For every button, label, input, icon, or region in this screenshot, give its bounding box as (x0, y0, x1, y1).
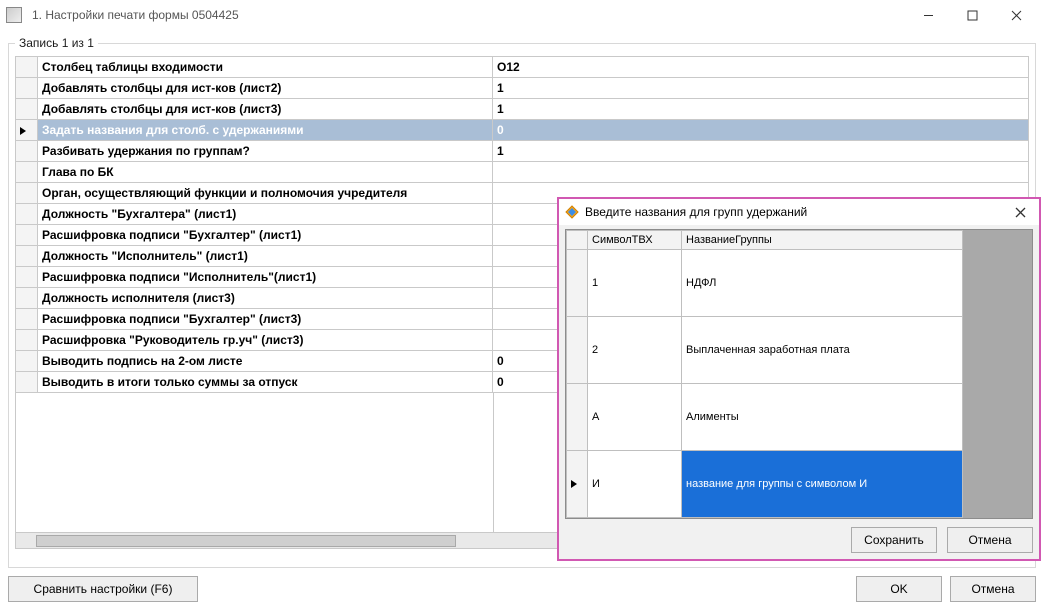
setting-label[interactable]: Выводить подпись на 2-ом листе (38, 351, 493, 372)
dialog-row[interactable]: И (567, 451, 963, 518)
dialog-row[interactable]: 1НДФЛ (567, 250, 963, 317)
maximize-button[interactable] (950, 1, 994, 29)
dialog-titlebar: Введите названия для групп удержаний (559, 199, 1039, 225)
window-title: 1. Настройки печати формы 0504425 (32, 8, 239, 22)
compare-button[interactable]: Сравнить настройки (F6) (8, 576, 198, 602)
settings-row[interactable]: Столбец таблицы входимостиO12 (16, 57, 1029, 78)
setting-label[interactable]: Расшифровка подписи "Бухгалтер" (лист1) (38, 225, 493, 246)
dialog-title: Введите названия для групп удержаний (585, 205, 1007, 219)
settings-row[interactable]: Разбивать удержания по группам?1 (16, 141, 1029, 162)
setting-value[interactable]: 1 (493, 99, 1029, 120)
dialog-cell-symbol[interactable]: И (588, 451, 682, 518)
dialog-row-handle[interactable] (567, 384, 588, 451)
dialog-corner-header (567, 231, 588, 250)
setting-value[interactable]: 1 (493, 141, 1029, 162)
row-handle[interactable] (16, 141, 38, 162)
row-handle[interactable] (16, 246, 38, 267)
dialog-icon (565, 205, 579, 219)
setting-label[interactable]: Добавлять столбцы для ист-ков (лист3) (38, 99, 493, 120)
dialog-name-input[interactable] (682, 451, 962, 517)
row-handle[interactable] (16, 183, 38, 204)
row-handle[interactable] (16, 78, 38, 99)
setting-label[interactable]: Глава по БК (38, 162, 493, 183)
settings-row[interactable]: Добавлять столбцы для ист-ков (лист2)1 (16, 78, 1029, 99)
setting-value[interactable]: O12 (493, 57, 1029, 78)
row-indicator-icon (20, 127, 26, 135)
setting-label[interactable]: Столбец таблицы входимости (38, 57, 493, 78)
dialog-col-symbol[interactable]: СимволТВХ (588, 231, 682, 250)
dialog-close-button[interactable] (1007, 201, 1033, 223)
setting-label[interactable]: Должность исполнителя (лист3) (38, 288, 493, 309)
group-legend: Запись 1 из 1 (15, 36, 98, 50)
dialog-row[interactable]: 2Выплаченная заработная плата (567, 317, 963, 384)
setting-label[interactable]: Орган, осуществляющий функции и полномоч… (38, 183, 493, 204)
dialog-grid[interactable]: СимволТВХ НазваниеГруппы 1НДФЛ2Выплаченн… (566, 230, 963, 518)
row-handle[interactable] (16, 99, 38, 120)
row-handle[interactable] (16, 57, 38, 78)
cancel-button[interactable]: Отмена (950, 576, 1036, 602)
dialog-cell-symbol[interactable]: 2 (588, 317, 682, 384)
setting-label[interactable]: Выводить в итоги только суммы за отпуск (38, 372, 493, 393)
dialog-button-row: Сохранить Отмена (565, 519, 1033, 553)
dialog-cell-name[interactable]: Выплаченная заработная плата (682, 317, 963, 384)
setting-value[interactable]: 1 (493, 78, 1029, 99)
settings-row[interactable]: Задать названия для столб. с удержаниями… (16, 120, 1029, 141)
setting-value[interactable] (493, 162, 1029, 183)
scrollbar-thumb[interactable] (36, 535, 456, 547)
row-handle[interactable] (16, 120, 38, 141)
row-indicator-icon (571, 480, 577, 488)
row-handle[interactable] (16, 267, 38, 288)
setting-label[interactable]: Задать названия для столб. с удержаниями (38, 120, 493, 141)
row-handle[interactable] (16, 351, 38, 372)
dialog-row[interactable]: ААлименты (567, 384, 963, 451)
dialog-cell-name[interactable]: Алименты (682, 384, 963, 451)
titlebar: 1. Настройки печати формы 0504425 (0, 0, 1044, 30)
button-row: Сравнить настройки (F6) OK Отмена (8, 576, 1036, 602)
dialog-cell-symbol[interactable]: 1 (588, 250, 682, 317)
dialog-row-handle[interactable] (567, 451, 588, 518)
row-handle[interactable] (16, 288, 38, 309)
settings-row[interactable]: Добавлять столбцы для ист-ков (лист3)1 (16, 99, 1029, 120)
row-handle[interactable] (16, 330, 38, 351)
setting-label[interactable]: Должность "Бухгалтера" (лист1) (38, 204, 493, 225)
names-dialog: Введите названия для групп удержаний Сим… (558, 198, 1040, 560)
close-button[interactable] (994, 1, 1038, 29)
dialog-cancel-button[interactable]: Отмена (947, 527, 1033, 553)
row-handle[interactable] (16, 162, 38, 183)
dialog-col-name[interactable]: НазваниеГруппы (682, 231, 963, 250)
row-handle[interactable] (16, 225, 38, 246)
row-handle[interactable] (16, 204, 38, 225)
dialog-row-handle[interactable] (567, 250, 588, 317)
ok-button[interactable]: OK (856, 576, 942, 602)
main-window: 1. Настройки печати формы 0504425 Запись… (0, 0, 1044, 608)
setting-label[interactable]: Расшифровка "Руководитель гр.уч" (лист3) (38, 330, 493, 351)
dialog-save-button[interactable]: Сохранить (851, 527, 937, 553)
row-handle[interactable] (16, 309, 38, 330)
app-icon (6, 7, 22, 23)
dialog-cell-name[interactable]: НДФЛ (682, 250, 963, 317)
row-handle[interactable] (16, 372, 38, 393)
setting-label[interactable]: Расшифровка подписи "Исполнитель"(лист1) (38, 267, 493, 288)
dialog-cell-name[interactable] (682, 451, 963, 518)
dialog-cell-symbol[interactable]: А (588, 384, 682, 451)
dialog-row-handle[interactable] (567, 317, 588, 384)
setting-value[interactable]: 0 (493, 120, 1029, 141)
setting-label[interactable]: Разбивать удержания по группам? (38, 141, 493, 162)
minimize-button[interactable] (906, 1, 950, 29)
settings-row[interactable]: Глава по БК (16, 162, 1029, 183)
setting-label[interactable]: Расшифровка подписи "Бухгалтер" (лист3) (38, 309, 493, 330)
dialog-grid-container: СимволТВХ НазваниеГруппы 1НДФЛ2Выплаченн… (565, 229, 1033, 519)
setting-label[interactable]: Должность "Исполнитель" (лист1) (38, 246, 493, 267)
setting-label[interactable]: Добавлять столбцы для ист-ков (лист2) (38, 78, 493, 99)
